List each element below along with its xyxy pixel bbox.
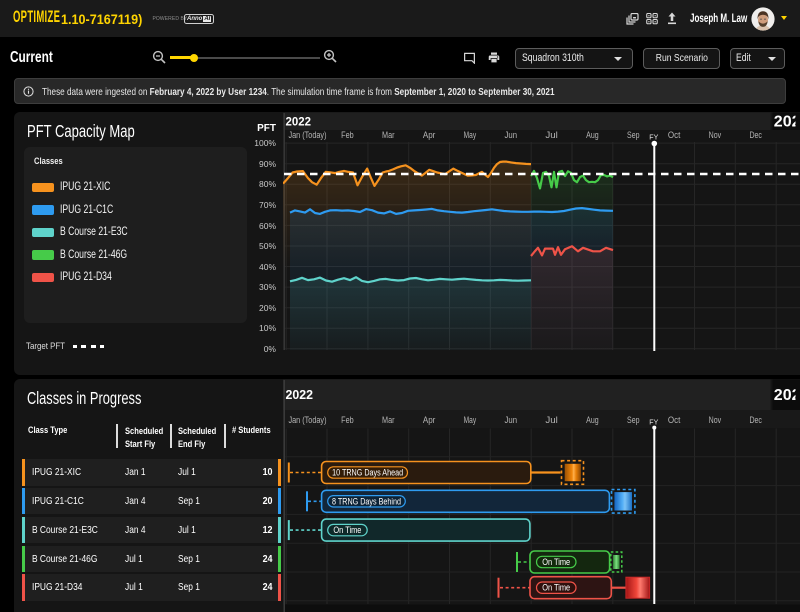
svg-text:Mar: Mar — [382, 130, 395, 140]
svg-text:Jan (Today): Jan (Today) — [289, 415, 327, 425]
svg-text:Apr: Apr — [423, 130, 436, 140]
svg-text:Jan (Today): Jan (Today) — [289, 130, 327, 140]
svg-text:Oct: Oct — [668, 130, 681, 140]
svg-text:Jul: Jul — [545, 130, 558, 140]
svg-text:Sep: Sep — [627, 415, 640, 425]
svg-text:Dec: Dec — [749, 130, 762, 140]
svg-text:2022: 2022 — [286, 115, 312, 129]
svg-text:Feb: Feb — [341, 415, 354, 425]
svg-text:Mar: Mar — [382, 415, 395, 425]
svg-text:On Time: On Time — [542, 583, 570, 593]
svg-text:On Time: On Time — [542, 557, 570, 567]
svg-text:Aug: Aug — [586, 130, 599, 140]
svg-text:May: May — [464, 130, 477, 140]
svg-text:Nov: Nov — [709, 415, 722, 425]
svg-text:8 TRNG Days Behind: 8 TRNG Days Behind — [332, 496, 401, 506]
svg-text:Jun: Jun — [505, 130, 518, 140]
svg-text:FY: FY — [649, 132, 658, 141]
svg-text:2022: 2022 — [286, 387, 314, 402]
svg-text:FY: FY — [649, 418, 658, 427]
svg-text:Nov: Nov — [709, 130, 722, 140]
svg-text:Feb: Feb — [341, 130, 354, 140]
svg-text:Aug: Aug — [586, 415, 599, 425]
svg-text:Dec: Dec — [749, 415, 762, 425]
svg-text:May: May — [464, 415, 477, 425]
svg-text:Jun: Jun — [505, 415, 518, 425]
svg-text:Apr: Apr — [423, 415, 436, 425]
svg-text:Jul: Jul — [545, 415, 558, 425]
svg-text:10 TRNG Days Ahead: 10 TRNG Days Ahead — [332, 468, 403, 478]
svg-text:On Time: On Time — [333, 525, 361, 535]
svg-text:Oct: Oct — [668, 415, 681, 425]
svg-text:Sep: Sep — [627, 130, 640, 140]
